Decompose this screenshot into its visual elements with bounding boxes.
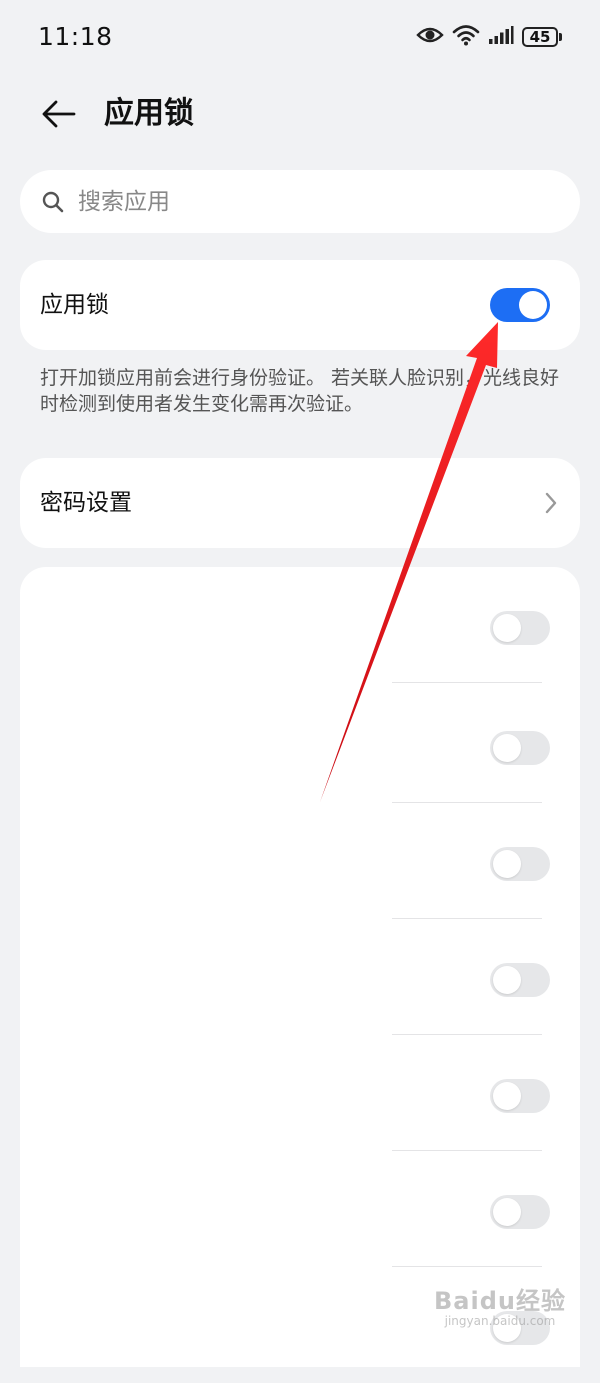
- app-list-item: [20, 1151, 580, 1267]
- app-lock-item-toggle[interactable]: [490, 611, 550, 645]
- signal-icon: [488, 25, 514, 49]
- watermark: Baidu经验 jingyan.baidu.com: [434, 1281, 566, 1328]
- page-title: 应用锁: [104, 96, 194, 131]
- back-button[interactable]: [36, 92, 80, 136]
- password-settings-label: 密码设置: [40, 490, 132, 516]
- toggle-knob: [493, 1082, 521, 1110]
- watermark-url: jingyan.baidu.com: [444, 1314, 556, 1328]
- toggle-knob: [493, 1198, 521, 1226]
- app-lock-card: 应用锁: [20, 260, 580, 350]
- status-bar: 11:18 45: [0, 0, 600, 76]
- watermark-logo: Baidu经验: [434, 1287, 566, 1315]
- app-list-item: [20, 803, 580, 919]
- search-icon: [40, 189, 66, 215]
- password-settings-item[interactable]: 密码设置: [20, 458, 580, 548]
- battery-icon: 45: [522, 27, 562, 47]
- app-lock-item-toggle[interactable]: [490, 847, 550, 881]
- arrow-left-icon: [42, 100, 76, 128]
- app-lock-item-toggle[interactable]: [490, 1195, 550, 1229]
- divider: [392, 682, 542, 683]
- app-lock-item-toggle[interactable]: [490, 731, 550, 765]
- eye-icon: [416, 25, 444, 49]
- toggle-knob: [493, 734, 521, 762]
- battery-level: 45: [522, 27, 558, 47]
- app-list-item: [20, 919, 580, 1035]
- status-time: 11:18: [38, 22, 113, 51]
- app-list-item: [20, 687, 580, 803]
- toggle-knob: [493, 614, 521, 642]
- status-icons: 45: [416, 24, 562, 50]
- toggle-knob: [519, 291, 547, 319]
- app-list-item: [20, 1035, 580, 1151]
- app-lock-label: 应用锁: [40, 292, 109, 318]
- app-lock-item-toggle[interactable]: [490, 963, 550, 997]
- app-lock-item-toggle[interactable]: [490, 1079, 550, 1113]
- chevron-right-icon: [545, 492, 557, 514]
- app-lock-toggle[interactable]: [490, 288, 550, 322]
- toggle-knob: [493, 966, 521, 994]
- app-list: [20, 567, 580, 1367]
- toggle-knob: [493, 850, 521, 878]
- wifi-icon: [452, 24, 480, 50]
- app-lock-description: 打开加锁应用前会进行身份验证。 若关联人脸识别，光线良好时检测到使用者发生变化需…: [40, 367, 560, 415]
- search-input[interactable]: [76, 187, 540, 216]
- app-list-item: [20, 567, 580, 683]
- nav-bar: 应用锁: [0, 76, 600, 152]
- search-box[interactable]: [20, 170, 580, 233]
